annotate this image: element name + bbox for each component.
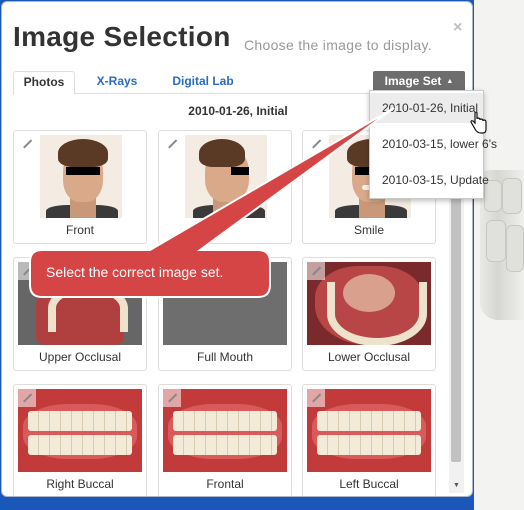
photo-label: Upper Occlusal <box>38 350 122 364</box>
expand-icon[interactable] <box>307 262 325 280</box>
image-set-option[interactable]: 2010-01-26, Initial <box>370 93 483 123</box>
scroll-down-icon[interactable]: ▼ <box>453 482 460 489</box>
photo-label: Left Buccal <box>339 477 399 491</box>
hand-pointer-icon <box>469 111 487 139</box>
image-set-dropdown: 2010-01-26, Initial 2010-03-15, lower 6'… <box>369 90 497 199</box>
photo-label: Smile <box>353 223 384 237</box>
expand-icon[interactable] <box>18 389 36 407</box>
photo-label: Lower Occlusal <box>327 350 411 364</box>
close-icon[interactable]: × <box>453 19 462 37</box>
expand-icon[interactable] <box>18 135 36 153</box>
tab-digital-lab[interactable]: Digital Lab <box>163 71 243 92</box>
tab-x-rays[interactable]: X-Rays <box>87 71 147 92</box>
image-set-option[interactable]: 2010-03-15, Update <box>370 165 489 195</box>
frontal-photo <box>163 389 287 472</box>
photo-label: Full Mouth <box>196 350 254 364</box>
photo-card-front[interactable]: Front <box>13 130 147 244</box>
callout-text: Select the correct image set. <box>46 264 224 280</box>
photo-card-profile[interactable] <box>158 130 292 244</box>
lower-occlusal-photo <box>307 262 431 345</box>
photo-card-right-buccal[interactable]: Right Buccal <box>13 384 147 496</box>
tab-photos[interactable]: Photos <box>13 71 75 95</box>
photo-label: Frontal <box>206 477 244 491</box>
right-buccal-photo <box>18 389 142 472</box>
image-set-option[interactable]: 2010-03-15, lower 6's <box>370 129 497 159</box>
left-buccal-photo <box>307 389 431 472</box>
expand-icon[interactable] <box>163 135 181 153</box>
image-set-button[interactable]: Image Set ▲ <box>373 71 465 92</box>
photo-label: Right Buccal <box>46 477 114 491</box>
photo-card-lower-occlusal[interactable]: Lower Occlusal <box>302 257 436 371</box>
photo-card-left-buccal[interactable]: Left Buccal <box>302 384 436 496</box>
photo-label: Front <box>65 223 94 237</box>
modal-subtitle: Choose the image to display. <box>244 37 432 53</box>
expand-icon[interactable] <box>163 389 181 407</box>
image-selection-modal: Image Selection Choose the image to disp… <box>1 1 473 497</box>
expand-icon[interactable] <box>307 135 325 153</box>
image-set-label: Image Set <box>384 74 442 88</box>
expand-icon[interactable] <box>18 262 36 280</box>
expand-icon[interactable] <box>307 389 325 407</box>
modal-title: Image Selection <box>13 21 231 52</box>
photo-card-frontal[interactable]: Frontal <box>158 384 292 496</box>
front-photo <box>18 135 142 218</box>
profile-photo <box>163 135 287 218</box>
